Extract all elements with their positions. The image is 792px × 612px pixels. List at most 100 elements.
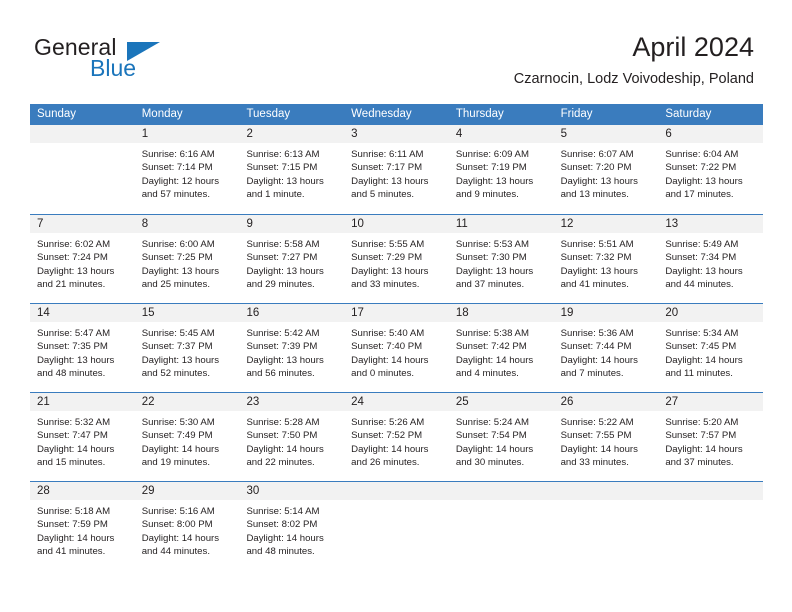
daylight-duration-line2: and 33 minutes. bbox=[560, 457, 629, 469]
calendar-day-cell[interactable]: 30 Sunrise: 5:14 AM Sunset: 8:02 PM Dayligh… bbox=[239, 482, 345, 570]
calendar-day-cell[interactable]: 29 Sunrise: 5:16 AM Sunset: 8:00 PM Dayligh… bbox=[134, 482, 240, 570]
calendar-day-cell[interactable]: 22 Sunrise: 5:30 AM Sunset: 7:49 PM Dayligh… bbox=[134, 393, 240, 481]
calendar-day-cell[interactable]: 6 Sunrise: 6:04 AM Sunset: 7:22 PM Daylight… bbox=[658, 125, 764, 214]
calendar-day-cell[interactable]: 23 Sunrise: 5:28 AM Sunset: 7:50 PM Dayligh… bbox=[239, 393, 345, 481]
day-header-wednesday: Wednesday bbox=[351, 108, 412, 120]
day-number: 7 bbox=[30, 215, 135, 233]
calendar-day-cell[interactable]: 3 Sunrise: 6:11 AM Sunset: 7:17 PM Daylight… bbox=[344, 125, 449, 214]
location-subtitle: Czarnocin, Lodz Voivodeship, Poland bbox=[513, 71, 754, 87]
daylight-duration-line1: Daylight: 14 hours bbox=[246, 532, 324, 544]
daylight-duration-line1: Daylight: 13 hours bbox=[37, 265, 115, 277]
sunrise-time: Sunrise: 6:13 AM bbox=[246, 149, 320, 160]
day-number: 15 bbox=[134, 304, 240, 322]
daylight-duration-line2: and 33 minutes. bbox=[351, 279, 420, 291]
calendar-day-cell[interactable]: 10 Sunrise: 5:55 AM Sunset: 7:29 PM Dayligh… bbox=[344, 215, 449, 303]
day-number bbox=[658, 482, 764, 500]
daylight-duration-line2: and 11 minutes. bbox=[665, 368, 733, 380]
sunrise-time: Sunrise: 6:04 AM bbox=[665, 149, 739, 160]
daylight-duration-line2: and 21 minutes. bbox=[37, 279, 106, 291]
calendar-day-cell[interactable]: 4 Sunrise: 6:09 AM Sunset: 7:19 PM Daylight… bbox=[448, 125, 554, 214]
day-number: 29 bbox=[134, 482, 240, 500]
day-details: Sunrise: 6:13 AM Sunset: 7:15 PM Daylight:… bbox=[239, 143, 344, 202]
day-number: 16 bbox=[239, 304, 345, 322]
sunrise-time: Sunrise: 5:36 AM bbox=[560, 328, 634, 339]
daylight-duration-line1: Daylight: 14 hours bbox=[665, 443, 743, 455]
day-number: 28 bbox=[30, 482, 135, 500]
calendar-day-cell[interactable]: 12 Sunrise: 5:51 AM Sunset: 7:32 PM Dayligh… bbox=[553, 215, 659, 303]
daylight-duration-line1: Daylight: 14 hours bbox=[246, 443, 324, 455]
day-details: Sunrise: 6:09 AM Sunset: 7:19 PM Daylight:… bbox=[449, 143, 554, 202]
daylight-duration-line2: and 29 minutes. bbox=[246, 279, 315, 291]
sunset-time: Sunset: 7:44 PM bbox=[560, 341, 632, 353]
calendar-day-cell[interactable]: 15 Sunrise: 5:45 AM Sunset: 7:37 PM Dayligh… bbox=[134, 304, 240, 392]
daylight-duration-line2: and 25 minutes. bbox=[141, 279, 210, 291]
day-header-sunday: Sunday bbox=[37, 108, 77, 120]
calendar-day-cell[interactable]: 8 Sunrise: 6:00 AM Sunset: 7:25 PM Daylight… bbox=[134, 215, 240, 303]
day-number: 2 bbox=[239, 125, 345, 143]
daylight-duration-line2: and 22 minutes. bbox=[246, 457, 315, 469]
daylight-duration-line2: and 7 minutes. bbox=[560, 368, 624, 380]
daylight-duration-line2: and 13 minutes. bbox=[560, 189, 629, 201]
calendar-day-cell[interactable]: 26 Sunrise: 5:22 AM Sunset: 7:55 PM Dayligh… bbox=[553, 393, 659, 481]
sunset-time: Sunset: 7:22 PM bbox=[665, 162, 737, 174]
calendar-week-row: 1 Sunrise: 6:16 AM Sunset: 7:14 PM Daylight… bbox=[30, 125, 764, 214]
daylight-duration-line1: Daylight: 14 hours bbox=[141, 532, 220, 544]
calendar-day-cell[interactable]: 21 Sunrise: 5:32 AM Sunset: 7:47 PM Dayligh… bbox=[30, 393, 135, 481]
calendar-day-cell[interactable]: 25 Sunrise: 5:24 AM Sunset: 7:54 PM Dayligh… bbox=[448, 393, 554, 481]
sunset-time: Sunset: 7:32 PM bbox=[560, 252, 632, 264]
day-number: 27 bbox=[658, 393, 764, 411]
sunrise-time: Sunrise: 5:49 AM bbox=[665, 239, 739, 250]
sunset-time: Sunset: 7:39 PM bbox=[246, 341, 318, 353]
daylight-duration-line1: Daylight: 13 hours bbox=[455, 175, 534, 187]
calendar-day-cell[interactable]: 2 Sunrise: 6:13 AM Sunset: 7:15 PM Daylight… bbox=[239, 125, 345, 214]
calendar-day-cell[interactable]: 17 Sunrise: 5:40 AM Sunset: 7:40 PM Dayligh… bbox=[344, 304, 449, 392]
calendar-day-cell[interactable]: 7 Sunrise: 6:02 AM Sunset: 7:24 PM Daylight… bbox=[30, 215, 135, 303]
calendar-day-cell[interactable]: 27 Sunrise: 5:20 AM Sunset: 7:57 PM Dayligh… bbox=[658, 393, 764, 481]
daylight-duration-line1: Daylight: 14 hours bbox=[37, 532, 115, 544]
daylight-duration-line1: Daylight: 13 hours bbox=[560, 265, 638, 277]
day-number: 12 bbox=[553, 215, 659, 233]
calendar-day-cell[interactable]: 11 Sunrise: 5:53 AM Sunset: 7:30 PM Dayligh… bbox=[448, 215, 554, 303]
daylight-duration-line1: Daylight: 13 hours bbox=[246, 354, 324, 366]
sunrise-time: Sunrise: 5:58 AM bbox=[246, 239, 320, 250]
sunrise-time: Sunrise: 5:32 AM bbox=[37, 417, 111, 428]
day-number: 24 bbox=[344, 393, 449, 411]
day-details: Sunrise: 5:38 AM Sunset: 7:42 PM Daylight:… bbox=[449, 322, 554, 381]
calendar-table: Sunday Monday Tuesday Wednesday Thursday… bbox=[30, 104, 764, 570]
sunset-time: Sunset: 8:02 PM bbox=[246, 519, 318, 531]
sunrise-time: Sunrise: 5:38 AM bbox=[455, 328, 529, 339]
day-number: 30 bbox=[239, 482, 345, 500]
day-details: Sunrise: 5:30 AM Sunset: 7:49 PM Daylight:… bbox=[135, 411, 240, 470]
day-number: 25 bbox=[448, 393, 554, 411]
calendar-week-row: 21 Sunrise: 5:32 AM Sunset: 7:47 PM Dayligh… bbox=[30, 392, 764, 481]
daylight-duration-line1: Daylight: 14 hours bbox=[141, 443, 220, 455]
calendar-day-cell[interactable]: 24 Sunrise: 5:26 AM Sunset: 7:52 PM Dayligh… bbox=[344, 393, 449, 481]
daylight-duration-line1: Daylight: 14 hours bbox=[560, 354, 638, 366]
daylight-duration-line1: Daylight: 14 hours bbox=[560, 443, 638, 455]
sunrise-time: Sunrise: 5:47 AM bbox=[37, 328, 111, 339]
calendar-day-cell[interactable]: 5 Sunrise: 6:07 AM Sunset: 7:20 PM Daylight… bbox=[553, 125, 659, 214]
calendar-day-cell[interactable]: 1 Sunrise: 6:16 AM Sunset: 7:14 PM Daylight… bbox=[134, 125, 240, 214]
day-details: Sunrise: 5:58 AM Sunset: 7:27 PM Daylight:… bbox=[239, 233, 344, 292]
day-number: 23 bbox=[239, 393, 345, 411]
day-number: 20 bbox=[658, 304, 764, 322]
logo-text-blue: Blue bbox=[90, 55, 137, 81]
sunrise-time: Sunrise: 5:16 AM bbox=[141, 506, 215, 517]
calendar-day-cell[interactable]: 28 Sunrise: 5:18 AM Sunset: 7:59 PM Dayligh… bbox=[30, 482, 135, 570]
calendar-day-cell[interactable]: 13 Sunrise: 5:49 AM Sunset: 7:34 PM Dayligh… bbox=[658, 215, 764, 303]
daylight-duration-line2: and 37 minutes. bbox=[665, 457, 734, 469]
day-number: 13 bbox=[658, 215, 764, 233]
calendar-day-cell[interactable]: 18 Sunrise: 5:38 AM Sunset: 7:42 PM Dayligh… bbox=[448, 304, 554, 392]
calendar-day-cell[interactable]: 9 Sunrise: 5:58 AM Sunset: 7:27 PM Daylight… bbox=[239, 215, 345, 303]
calendar-day-cell[interactable]: 19 Sunrise: 5:36 AM Sunset: 7:44 PM Dayligh… bbox=[553, 304, 659, 392]
calendar-day-cell-empty bbox=[658, 482, 764, 570]
calendar-day-cell[interactable]: 16 Sunrise: 5:42 AM Sunset: 7:39 PM Dayligh… bbox=[239, 304, 345, 392]
daylight-duration-line2: and 48 minutes. bbox=[37, 368, 106, 380]
sunset-time: Sunset: 7:20 PM bbox=[560, 162, 632, 174]
sunrise-time: Sunrise: 5:51 AM bbox=[560, 239, 634, 250]
calendar-page: General Blue April 2024 Czarnocin, Lodz … bbox=[0, 0, 792, 612]
general-blue-logo: General Blue bbox=[34, 34, 234, 84]
calendar-day-cell[interactable]: 20 Sunrise: 5:34 AM Sunset: 7:45 PM Dayligh… bbox=[658, 304, 764, 392]
calendar-day-cell[interactable]: 14 Sunrise: 5:47 AM Sunset: 7:35 PM Dayligh… bbox=[30, 304, 135, 392]
sunset-time: Sunset: 7:50 PM bbox=[246, 430, 318, 442]
